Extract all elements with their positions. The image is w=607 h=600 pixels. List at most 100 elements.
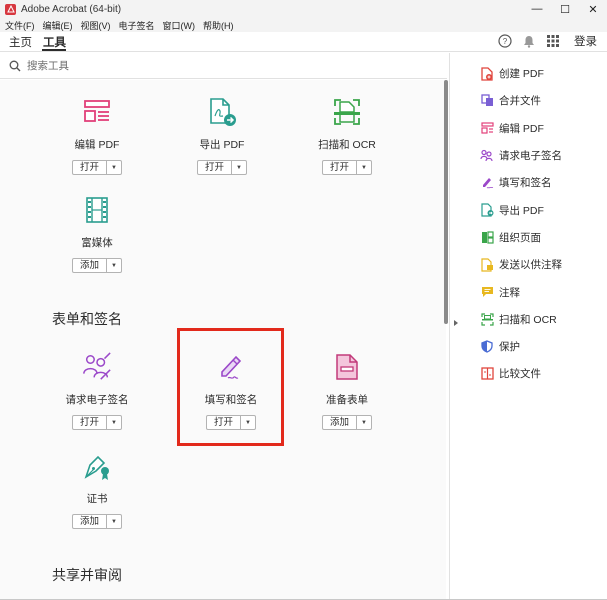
menu-help[interactable]: 帮助(H) bbox=[203, 19, 234, 32]
tab-tools[interactable]: 工具 bbox=[43, 34, 66, 50]
add-button[interactable]: 添加 bbox=[323, 416, 357, 429]
tool-export-pdf: 导出 PDF 打开 ▼ bbox=[177, 97, 267, 175]
title-bar: Adobe Acrobat (64-bit) — ☐ ✕ bbox=[0, 0, 607, 18]
rp-label: 发送以供注释 bbox=[499, 259, 562, 272]
open-button[interactable]: 打开 bbox=[198, 161, 232, 174]
rp-label: 编辑 PDF bbox=[499, 122, 544, 135]
menu-file[interactable]: 文件(F) bbox=[5, 19, 35, 32]
rp-label: 导出 PDF bbox=[499, 204, 544, 217]
add-button[interactable]: 添加 bbox=[73, 259, 107, 272]
tool-label: 准备表单 bbox=[326, 394, 368, 406]
tool-label: 证书 bbox=[86, 493, 108, 505]
close-button[interactable]: ✕ bbox=[579, 0, 607, 18]
bell-icon[interactable] bbox=[522, 34, 536, 48]
rp-label: 保护 bbox=[499, 341, 520, 354]
open-dropdown-button[interactable]: 打开 ▼ bbox=[71, 160, 122, 175]
rp-item-comment[interactable]: 注释 bbox=[466, 278, 607, 305]
search-bar bbox=[0, 53, 447, 79]
rp-item-export-pdf[interactable]: 导出 PDF bbox=[466, 196, 607, 223]
film-icon bbox=[82, 195, 112, 225]
edit-pdf-icon bbox=[480, 121, 494, 135]
tool-label: 扫描和 OCR bbox=[318, 139, 376, 151]
search-icon bbox=[9, 60, 21, 71]
chevron-down-icon[interactable]: ▼ bbox=[107, 161, 121, 174]
export-pdf-icon bbox=[480, 203, 494, 217]
active-tab-indicator bbox=[42, 49, 66, 51]
request-esign-icon bbox=[480, 149, 494, 163]
certificate-icon bbox=[82, 451, 112, 481]
open-button[interactable]: 打开 bbox=[73, 161, 107, 174]
add-dropdown-button[interactable]: 添加 ▼ bbox=[71, 514, 122, 529]
comment-icon bbox=[480, 285, 494, 299]
menu-esign[interactable]: 电子签名 bbox=[119, 19, 155, 32]
tool-edit-pdf: 编辑 PDF 打开 ▼ bbox=[52, 97, 142, 175]
menu-edit[interactable]: 编辑(E) bbox=[43, 19, 73, 32]
open-button[interactable]: 打开 bbox=[323, 161, 357, 174]
open-dropdown-button[interactable]: 打开 ▼ bbox=[196, 160, 247, 175]
panel-divider bbox=[449, 53, 450, 600]
rp-item-send-comments[interactable]: 发送以供注释 bbox=[466, 251, 607, 278]
help-icon[interactable]: ? bbox=[498, 34, 512, 48]
rp-label: 填写和签名 bbox=[499, 177, 552, 190]
rp-label: 组织页面 bbox=[499, 231, 541, 244]
request-esign-icon bbox=[82, 352, 112, 382]
rp-label: 注释 bbox=[499, 286, 520, 299]
chevron-down-icon[interactable]: ▼ bbox=[357, 161, 371, 174]
rp-item-create-pdf[interactable]: 创建 PDF bbox=[466, 60, 607, 87]
tool-label: 编辑 PDF bbox=[74, 139, 120, 151]
rp-item-combine-files[interactable]: 合并文件 bbox=[466, 87, 607, 114]
collapse-panel-icon[interactable] bbox=[452, 318, 460, 328]
combine-files-icon bbox=[480, 94, 494, 108]
rp-item-edit-pdf[interactable]: 编辑 PDF bbox=[466, 115, 607, 142]
rp-item-request-esign[interactable]: 请求电子签名 bbox=[466, 142, 607, 169]
add-dropdown-button[interactable]: 添加 ▼ bbox=[321, 415, 372, 430]
open-dropdown-button[interactable]: 打开 ▼ bbox=[321, 160, 372, 175]
tool-prepare-form: 准备表单 添加 ▼ bbox=[302, 352, 392, 430]
section-title-forms: 表单和签名 bbox=[52, 311, 122, 327]
window-title: Adobe Acrobat (64-bit) bbox=[21, 3, 122, 15]
search-input[interactable] bbox=[27, 59, 327, 72]
tool-label: 请求电子签名 bbox=[65, 394, 129, 406]
chevron-down-icon[interactable]: ▼ bbox=[107, 515, 121, 528]
tool-label: 导出 PDF bbox=[199, 139, 245, 151]
minimize-button[interactable]: — bbox=[523, 0, 551, 18]
tool-request-esign: 请求电子签名 打开 ▼ bbox=[52, 352, 142, 430]
open-button[interactable]: 打开 bbox=[73, 416, 107, 429]
scan-ocr-icon bbox=[480, 312, 494, 326]
export-pdf-icon bbox=[207, 97, 237, 127]
open-dropdown-button[interactable]: 打开 ▼ bbox=[71, 415, 122, 430]
tool-label: 富媒体 bbox=[81, 237, 113, 249]
rp-item-scan-ocr[interactable]: 扫描和 OCR bbox=[466, 306, 607, 333]
chevron-down-icon[interactable]: ▼ bbox=[232, 161, 246, 174]
rp-item-fill-sign[interactable]: 填写和签名 bbox=[466, 169, 607, 196]
apps-grid-icon[interactable] bbox=[546, 34, 560, 48]
compare-files-icon bbox=[480, 367, 494, 381]
tool-certificate: 证书 添加 ▼ bbox=[52, 451, 142, 529]
rp-label: 请求电子签名 bbox=[499, 150, 562, 163]
highlight-box bbox=[177, 328, 284, 446]
rp-item-organize-pages[interactable]: 组织页面 bbox=[466, 224, 607, 251]
maximize-button[interactable]: ☐ bbox=[551, 0, 579, 18]
acrobat-logo-icon bbox=[5, 3, 16, 15]
section-title-share: 共享并审阅 bbox=[52, 567, 122, 583]
tools-right-panel: 创建 PDF 合并文件 编辑 PDF 请求电子签名 填写和签名 导出 PDF 组… bbox=[466, 60, 607, 600]
menu-window[interactable]: 窗口(W) bbox=[163, 19, 196, 32]
login-button[interactable]: 登录 bbox=[574, 33, 597, 49]
rp-item-compare-files[interactable]: 比较文件 bbox=[466, 360, 607, 387]
rp-label: 创建 PDF bbox=[499, 68, 544, 81]
menu-view[interactable]: 视图(V) bbox=[81, 19, 111, 32]
chevron-down-icon[interactable]: ▼ bbox=[107, 259, 121, 272]
top-nav: 主页 工具 ? 登录 bbox=[0, 32, 607, 52]
scrollbar[interactable] bbox=[444, 80, 448, 324]
tool-rich-media: 富媒体 添加 ▼ bbox=[52, 195, 142, 273]
chevron-down-icon[interactable]: ▼ bbox=[107, 416, 121, 429]
chevron-down-icon[interactable]: ▼ bbox=[357, 416, 371, 429]
add-dropdown-button[interactable]: 添加 ▼ bbox=[71, 258, 122, 273]
tab-home[interactable]: 主页 bbox=[9, 34, 32, 50]
fill-sign-icon bbox=[480, 176, 494, 190]
menu-bar: 文件(F) 编辑(E) 视图(V) 电子签名 窗口(W) 帮助(H) bbox=[0, 18, 607, 32]
rp-label: 扫描和 OCR bbox=[499, 313, 557, 326]
add-button[interactable]: 添加 bbox=[73, 515, 107, 528]
create-pdf-icon bbox=[480, 66, 494, 81]
rp-item-protect[interactable]: 保护 bbox=[466, 333, 607, 360]
